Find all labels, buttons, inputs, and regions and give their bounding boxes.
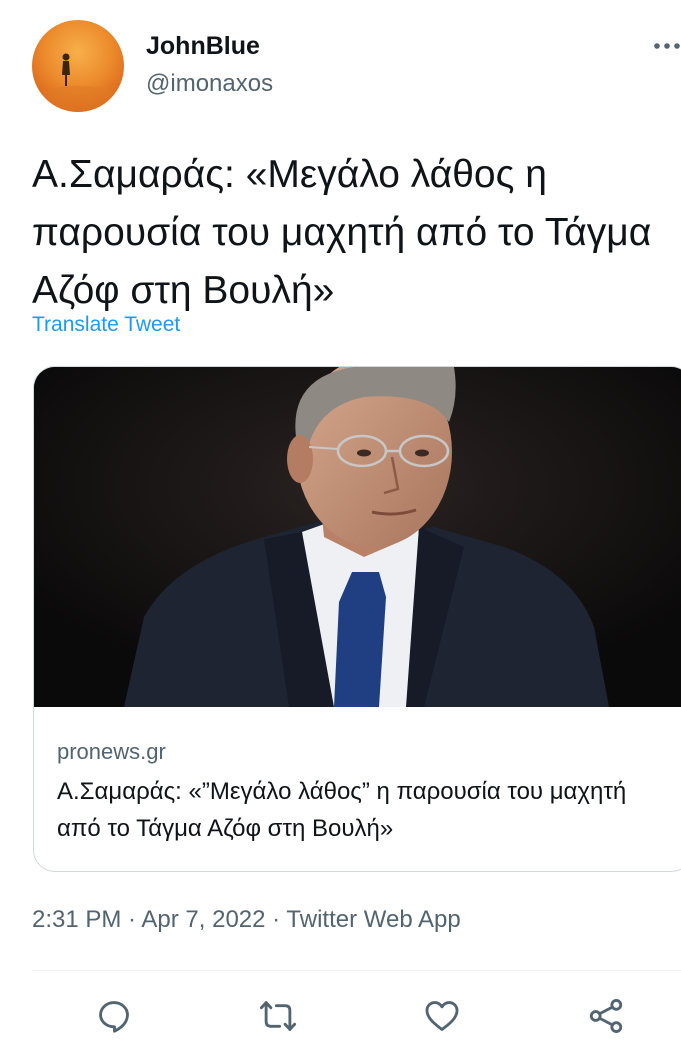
- retweet-button[interactable]: [258, 996, 298, 1036]
- user-handle[interactable]: @imonaxos: [146, 70, 273, 98]
- share-button[interactable]: [586, 996, 626, 1036]
- card-domain: pronews.gr: [57, 739, 166, 764]
- divider: [32, 970, 681, 971]
- link-preview-card[interactable]: pronews.gr Α.Σαμαράς: «”Μεγάλο λάθος” η …: [33, 366, 681, 872]
- tweet-meta: 2:31 PM · Apr 7, 2022 · Twitter Web App: [32, 906, 461, 934]
- tweet-date[interactable]: Apr 7, 2022: [141, 906, 265, 933]
- retweet-icon: [259, 1001, 297, 1031]
- reply-button[interactable]: [94, 996, 134, 1036]
- more-horizontal-icon[interactable]: [652, 36, 681, 56]
- tweet-time[interactable]: 2:31 PM: [32, 906, 121, 933]
- meta-separator: ·: [121, 906, 142, 933]
- card-title: Α.Σαμαράς: «”Μεγάλο λάθος” η παρουσία το…: [57, 778, 627, 842]
- tweet-detail: JohnBlue @imonaxos Α.Σαμαράς: «Μεγάλο λά…: [0, 0, 681, 1061]
- like-button[interactable]: [422, 996, 462, 1036]
- display-name[interactable]: JohnBlue: [146, 32, 260, 61]
- tweet-source[interactable]: Twitter Web App: [286, 906, 460, 933]
- share-icon: [589, 999, 623, 1033]
- avatar[interactable]: [32, 20, 124, 112]
- heart-icon: [425, 1001, 459, 1031]
- translate-tweet-link[interactable]: Translate Tweet: [32, 313, 180, 337]
- reply-icon: [99, 1001, 129, 1033]
- meta-separator: ·: [265, 906, 287, 933]
- tweet-text: Α.Σαμαράς: «Μεγάλο λάθος η παρουσία του …: [32, 153, 652, 312]
- card-image: [34, 367, 681, 707]
